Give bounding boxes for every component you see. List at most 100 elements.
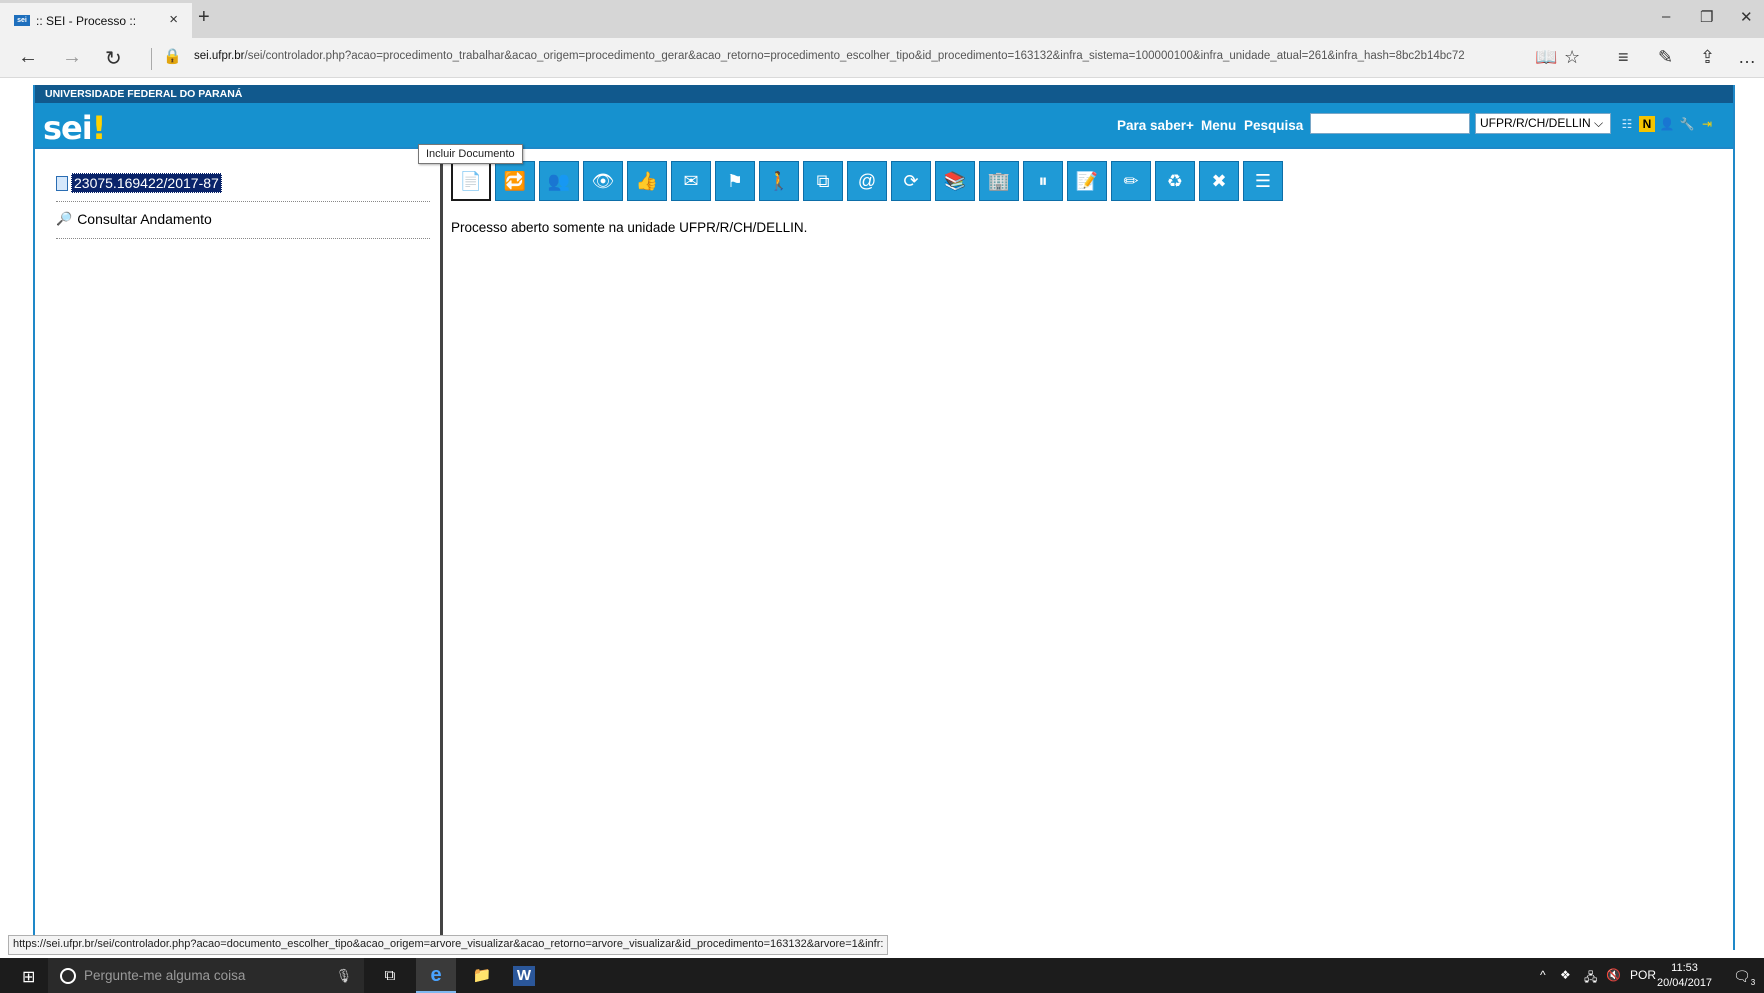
notifications-icon[interactable]: 🗨3: [1733, 968, 1755, 987]
clock-time: 11:53: [1671, 962, 1698, 974]
gerenciar-marcador-button[interactable]: ✏: [1111, 161, 1151, 201]
tree-divider: [56, 238, 430, 239]
minimize-button[interactable]: –: [1662, 8, 1670, 25]
menu-link[interactable]: Menu: [1201, 118, 1236, 133]
new-features-icon[interactable]: N: [1639, 116, 1655, 132]
pesquisar-no-processo-icon: ☰: [1254, 170, 1272, 191]
link-status-url: https://sei.ufpr.br/sei/controlador.php?…: [8, 935, 889, 955]
user-icon[interactable]: 👤: [1659, 116, 1675, 132]
cortana-search-box[interactable]: Pergunte-me alguma coisa 🎙: [48, 958, 364, 993]
university-header: UNIVERSIDADE FEDERAL DO PARANÁ: [35, 85, 1733, 103]
url-host: sei.ufpr.br: [194, 50, 245, 62]
duplicar-processo-icon: ⧉: [816, 170, 830, 191]
incluir-documento-icon: 📄: [459, 170, 483, 191]
close-window-button[interactable]: ✕: [1740, 8, 1753, 26]
list-view-icon[interactable]: ☷: [1619, 116, 1635, 132]
settings-wrench-icon[interactable]: 🔧: [1679, 116, 1695, 132]
unit-select[interactable]: UFPR/R/CH/DELLIN ⌵: [1475, 113, 1611, 134]
sei-logo[interactable]: sei!: [43, 109, 107, 147]
cortana-placeholder: Pergunte-me alguma coisa: [84, 968, 246, 983]
more-icon[interactable]: …: [1738, 47, 1756, 68]
cortana-icon: [60, 967, 76, 984]
acompanhamento-especial-icon: 👁: [591, 170, 615, 191]
microphone-icon[interactable]: 🎙: [335, 968, 352, 984]
anexar-processo-button[interactable]: 📚: [935, 161, 975, 201]
search-input[interactable]: [1310, 113, 1470, 134]
enviar-processo-icon: ✉: [683, 170, 699, 191]
relacionar-processo-button[interactable]: ⟳: [891, 161, 931, 201]
gerenciar-marcador-icon: ✏: [1123, 170, 1139, 191]
browser-tab[interactable]: sei :: SEI - Processo :: ×: [0, 3, 192, 38]
tooltip: Incluir Documento: [418, 144, 523, 164]
pesquisar-no-processo-button[interactable]: ☰: [1243, 161, 1283, 201]
address-separator: [151, 48, 152, 70]
enviar-email-icon: @: [857, 170, 877, 191]
logout-icon[interactable]: ⇥: [1699, 116, 1715, 132]
concluir-processo-button[interactable]: ✖: [1199, 161, 1239, 201]
process-number[interactable]: 23075.169422/2017-87: [71, 173, 222, 193]
url-field[interactable]: sei.ufpr.br/sei/controlador.php?acao=pro…: [194, 50, 1516, 62]
tab-close-icon[interactable]: ×: [169, 11, 178, 28]
duplicar-processo-button[interactable]: ⧉: [803, 161, 843, 201]
word-icon[interactable]: W: [513, 966, 535, 986]
logo-bang: !: [91, 109, 107, 147]
controle-prazos-button[interactable]: 🏢: [979, 161, 1019, 201]
windows-taskbar: ⊞ Pergunte-me alguma coisa 🎙 ⧉ e 📁 W ^ ❖…: [0, 958, 1764, 993]
sobrestar-processo-button[interactable]: ⏸: [1023, 161, 1063, 201]
hub-icon[interactable]: ≡: [1618, 47, 1629, 68]
dropbox-icon[interactable]: ❖: [1560, 968, 1571, 982]
atualizar-andamento-button[interactable]: ⚑: [715, 161, 755, 201]
sei-page: UNIVERSIDADE FEDERAL DO PARANÁ sei! Para…: [33, 85, 1735, 950]
process-status-message: Processo aberto somente na unidade UFPR/…: [451, 220, 808, 235]
refresh-button[interactable]: ↻: [105, 46, 122, 71]
process-tree-root[interactable]: 23075.169422/2017-87: [56, 173, 222, 193]
forward-button[interactable]: →: [62, 46, 82, 69]
language-indicator[interactable]: POR: [1630, 968, 1656, 982]
volume-muted-icon[interactable]: 🔇: [1606, 968, 1621, 982]
chevron-down-icon: ⌵: [1594, 116, 1604, 130]
reading-view-icon[interactable]: 📖: [1535, 47, 1557, 68]
system-clock[interactable]: 11:53 20/04/2017: [1657, 961, 1712, 991]
process-toolbar: 📄 🔁 👥 👁 👍 ✉ ⚑ 🚶 ⧉ @ ⟳ 📚 🏢 ⏸ 📝 ✏ ♻ ✖ ☰: [451, 161, 1283, 203]
atribuir-processo-button[interactable]: 👥: [539, 161, 579, 201]
web-notes-icon[interactable]: ✎: [1658, 47, 1673, 68]
excluir-processo-button[interactable]: ♻: [1155, 161, 1195, 201]
sei-top-bar: sei! Para saber+ Menu Pesquisa UFPR/R/CH…: [35, 103, 1733, 147]
gerenciar-credencial-button[interactable]: 🚶: [759, 161, 799, 201]
tree-divider: [56, 201, 430, 202]
back-button[interactable]: ←: [18, 46, 38, 69]
para-saber-link[interactable]: Para saber+: [1117, 118, 1194, 133]
network-icon[interactable]: 🖧: [1584, 968, 1597, 989]
enviar-processo-button[interactable]: ✉: [671, 161, 711, 201]
unit-selected-value: UFPR/R/CH/DELLIN: [1480, 116, 1591, 130]
incluir-documento-button[interactable]: 📄: [451, 161, 491, 201]
url-path: /sei/controlador.php?acao=procedimento_t…: [244, 50, 1465, 62]
acompanhamento-especial-button[interactable]: 👁: [583, 161, 623, 201]
magnifier-icon: 🔎: [56, 211, 73, 226]
restore-button[interactable]: ❐: [1700, 8, 1713, 26]
tray-chevron-icon[interactable]: ^: [1540, 968, 1546, 982]
sobrestar-processo-icon: ⏸: [1038, 170, 1048, 191]
favorite-star-icon[interactable]: ☆: [1564, 47, 1580, 68]
share-icon[interactable]: ⇪: [1700, 47, 1715, 68]
ciencia-icon: 👍: [635, 170, 659, 191]
consultar-andamento-link[interactable]: 🔎 Consultar Andamento: [56, 211, 212, 227]
ciencia-button[interactable]: 👍: [627, 161, 667, 201]
notifications-badge: 3: [1750, 977, 1756, 987]
sei-favicon-icon: sei: [14, 15, 30, 26]
file-explorer-icon[interactable]: 📁: [470, 964, 494, 988]
task-view-icon[interactable]: ⧉: [378, 964, 402, 988]
anotacoes-button[interactable]: 📝: [1067, 161, 1107, 201]
pesquisa-link[interactable]: Pesquisa: [1244, 118, 1303, 133]
concluir-processo-icon: ✖: [1211, 170, 1227, 191]
edge-icon[interactable]: e: [416, 958, 456, 993]
gerenciar-credencial-icon: 🚶: [767, 170, 791, 191]
relacionar-processo-icon: ⟳: [903, 170, 919, 191]
logo-text: sei: [43, 109, 93, 147]
enviar-email-button[interactable]: @: [847, 161, 887, 201]
new-tab-button[interactable]: +: [198, 6, 210, 29]
windows-start-icon[interactable]: ⊞: [22, 967, 35, 987]
anexar-processo-icon: 📚: [943, 170, 967, 191]
lock-icon[interactable]: 🔒: [163, 47, 182, 65]
iniciar-processo-relacionado-button[interactable]: 🔁: [495, 161, 535, 201]
